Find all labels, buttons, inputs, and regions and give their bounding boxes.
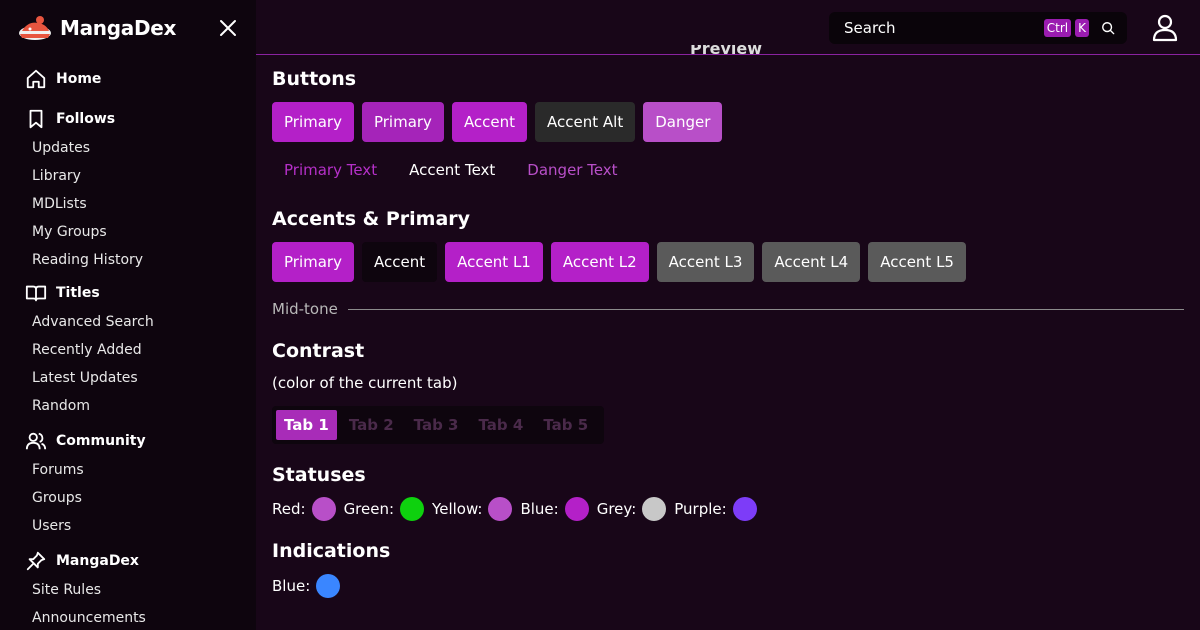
sidebar-section-label: MangaDex (56, 553, 139, 569)
indication-label: Blue: (272, 577, 311, 595)
tab-2[interactable]: Tab 2 (341, 410, 402, 440)
status-label: Grey: (596, 500, 637, 518)
sidebar-item-announcements[interactable]: Announcements (0, 604, 256, 630)
search-icon[interactable] (1101, 21, 1115, 35)
sidebar-section-titles[interactable]: Titles (0, 278, 256, 308)
sidebar-nav: Home Follows Updates Library MDLists My … (0, 62, 256, 630)
sidebar-item-reading-history[interactable]: Reading History (0, 246, 256, 274)
sidebar-item-mdlists[interactable]: MDLists (0, 190, 256, 218)
text-buttons-row: Primary Text Accent Text Danger Text (272, 150, 638, 190)
sidebar-section-mangadex[interactable]: MangaDex (0, 546, 256, 576)
tab-3[interactable]: Tab 3 (406, 410, 467, 440)
users-icon (24, 429, 48, 453)
sidebar-section-label: Follows (56, 111, 116, 127)
status-blue: Blue: (520, 497, 589, 521)
status-dot (488, 497, 513, 521)
status-label: Blue: (520, 500, 559, 518)
sidebar-item-site-rules[interactable]: Site Rules (0, 576, 256, 604)
sidebar-item-users[interactable]: Users (0, 512, 256, 540)
status-label: Green: (343, 500, 395, 518)
sidebar-section-label: Titles (56, 285, 100, 301)
status-dot (732, 497, 757, 521)
danger-button[interactable]: Danger (643, 102, 723, 142)
sidebar-item-advanced-search[interactable]: Advanced Search (0, 308, 256, 336)
tab-4[interactable]: Tab 4 (470, 410, 531, 440)
accent-alt-button[interactable]: Accent Alt (535, 102, 636, 142)
status-dot (400, 497, 425, 521)
midtone-divider: Mid-tone (272, 300, 1184, 318)
status-dot (564, 497, 589, 521)
logo[interactable]: MangaDex (18, 12, 176, 44)
tab-5[interactable]: Tab 5 (535, 410, 596, 440)
status-dot (642, 497, 667, 521)
status-yellow: Yellow: (432, 497, 513, 521)
buttons-row: Primary Primary Accent Accent Alt Danger (272, 102, 730, 142)
status-label: Red: (272, 500, 306, 518)
indications-row: Blue: (272, 574, 341, 598)
close-icon[interactable] (216, 16, 240, 40)
user-icon[interactable] (1150, 12, 1180, 42)
statuses-row: Red: Green: Yellow: Blue: Grey: Purple: (272, 497, 765, 521)
accent-l1-swatch: Accent L1 (445, 242, 543, 282)
status-grey: Grey: (597, 497, 667, 521)
bookmark-icon (24, 107, 48, 131)
divider-line (347, 308, 1184, 310)
accent-l2-swatch: Accent L2 (550, 242, 649, 282)
kbd-ctrl-badge: Ctrl (1043, 19, 1072, 37)
statuses-heading: Statuses (272, 464, 366, 486)
kbd-k-badge: K (1075, 19, 1089, 37)
home-icon (24, 67, 48, 91)
primary-text-button[interactable]: Primary Text (272, 150, 389, 190)
accent-l5-swatch: Accent L5 (868, 242, 966, 282)
sidebar-item-my-groups[interactable]: My Groups (0, 218, 256, 246)
sidebar-section-label: Home (56, 71, 102, 87)
primary-button[interactable]: Primary (361, 102, 444, 142)
status-purple: Purple: (674, 497, 757, 521)
danger-text-button[interactable]: Danger Text (515, 150, 629, 190)
contrast-heading: Contrast (272, 340, 365, 362)
sidebar-item-recently-added[interactable]: Recently Added (0, 336, 256, 364)
sidebar: MangaDex Home Follows Updates Library MD… (0, 0, 256, 630)
status-label: Purple: (674, 500, 727, 518)
accent-swatch: Accent (361, 242, 438, 282)
mangadex-logo-icon (19, 16, 51, 40)
accent-l4-swatch: Accent L4 (762, 242, 861, 282)
sidebar-item-home[interactable]: Home (0, 64, 256, 94)
primary-swatch: Primary (272, 242, 354, 282)
accent-text-button[interactable]: Accent Text (397, 150, 507, 190)
indication-dot (316, 574, 341, 598)
sidebar-section-label: Community (56, 433, 146, 449)
accents-row: Primary Accent Accent L1 Accent L2 Accent L3… (272, 242, 974, 282)
contrast-subtitle: (color of the current tab) (272, 374, 458, 392)
preview-title: Preview (690, 45, 763, 58)
sidebar-section-community[interactable]: Community (0, 426, 256, 456)
sidebar-item-latest-updates[interactable]: Latest Updates (0, 364, 256, 392)
sidebar-item-library[interactable]: Library (0, 162, 256, 190)
search-placeholder: Search (844, 19, 896, 37)
sidebar-item-forums[interactable]: Forums (0, 456, 256, 484)
status-label: Yellow: (432, 500, 483, 518)
status-green: Green: (343, 497, 425, 521)
sidebar-item-random[interactable]: Random (0, 392, 256, 420)
search-input[interactable]: Search Ctrl K (829, 12, 1127, 44)
sidebar-section-follows[interactable]: Follows (0, 104, 256, 134)
logo-text: MangaDex (60, 16, 177, 40)
indications-heading: Indications (272, 540, 391, 562)
accents-heading: Accents & Primary (272, 208, 471, 230)
accent-l3-swatch: Accent L3 (656, 242, 755, 282)
status-red: Red: (272, 497, 336, 521)
pin-icon (24, 549, 48, 573)
tab-1[interactable]: Tab 1 (276, 410, 337, 440)
sidebar-item-groups[interactable]: Groups (0, 484, 256, 512)
midtone-label: Mid-tone (272, 300, 338, 318)
buttons-heading: Buttons (272, 68, 357, 90)
status-dot (311, 497, 336, 521)
tab-bar: Tab 1 Tab 2 Tab 3 Tab 4 Tab 5 (272, 406, 605, 444)
book-open-icon (24, 281, 48, 305)
accent-button[interactable]: Accent (451, 102, 528, 142)
sidebar-item-updates[interactable]: Updates (0, 134, 256, 162)
primary-button[interactable]: Primary (272, 102, 354, 142)
